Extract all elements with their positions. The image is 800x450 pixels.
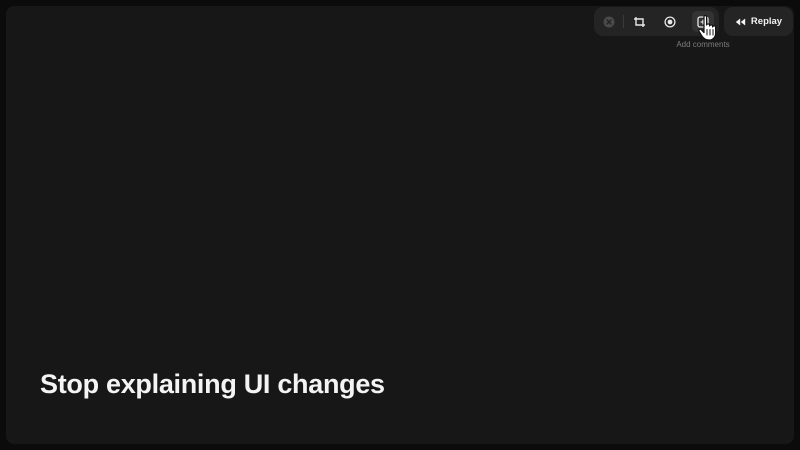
rewind-icon <box>735 18 746 25</box>
crop-area-icon <box>633 16 645 27</box>
close-circle-icon <box>603 16 615 27</box>
crop-tool-button[interactable] <box>628 11 650 32</box>
annotation-toolbar <box>594 7 719 36</box>
record-icon <box>664 15 676 28</box>
close-tool-button[interactable] <box>598 11 620 32</box>
toolbar-divider <box>623 15 624 28</box>
replay-button[interactable]: Replay <box>724 7 793 36</box>
replay-label: Replay <box>750 16 783 27</box>
record-tool-button[interactable] <box>659 11 681 32</box>
add-comment-tool-button[interactable] <box>692 11 714 32</box>
add-comment-icon <box>697 15 709 28</box>
headline: Stop explaining UI changes <box>40 369 385 399</box>
tooltip: Add comments <box>676 40 730 49</box>
